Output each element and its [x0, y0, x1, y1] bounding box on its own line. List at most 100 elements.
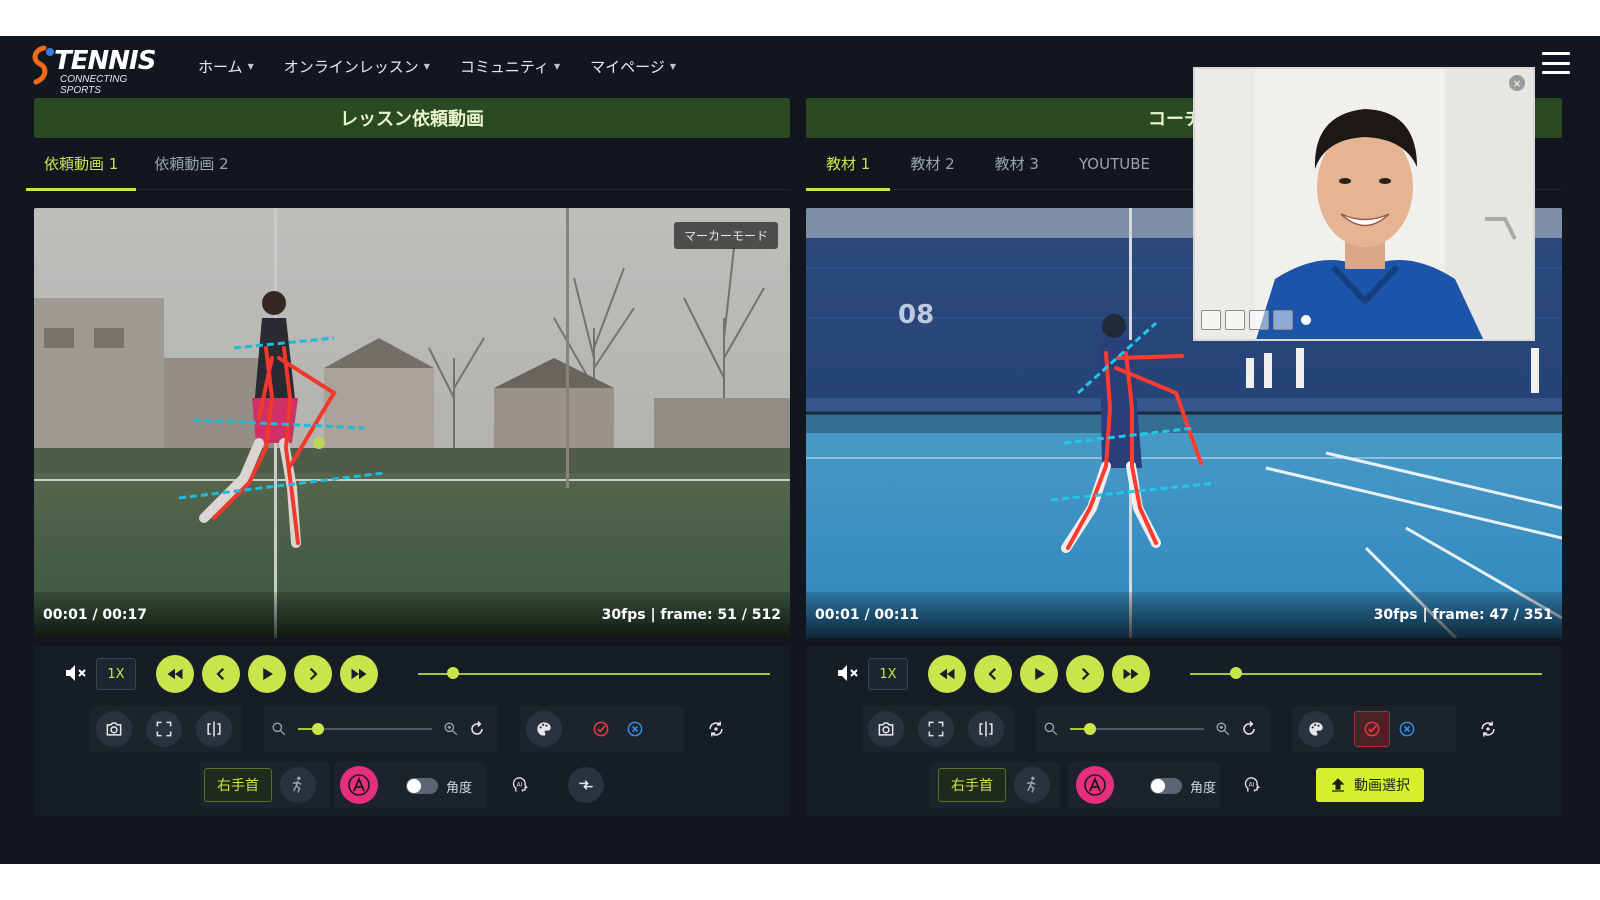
- split-view-icon[interactable]: [968, 711, 1004, 747]
- logo[interactable]: TENNIS CONNECTING SPORTS: [30, 42, 170, 96]
- play-icon: [1035, 668, 1045, 680]
- nav-item-online-lesson[interactable]: オンラインレッスン ▼: [284, 56, 430, 77]
- video-fps-frame: 30fps | frame: 51 / 512: [601, 607, 781, 623]
- angle-toggle[interactable]: [1150, 778, 1182, 794]
- grid-tool-icon[interactable]: [1273, 310, 1293, 330]
- angle-toggle[interactable]: [406, 778, 438, 794]
- pip-toolbar: [1201, 310, 1311, 330]
- sync-rotate-icon[interactable]: [1470, 711, 1506, 747]
- sync-rotate-icon[interactable]: [698, 711, 734, 747]
- palette-icon[interactable]: [1298, 711, 1334, 747]
- ai-pose-button[interactable]: [340, 766, 378, 804]
- material-video-controls: 1X 右手首 角度 AI 動画選択: [806, 646, 1562, 816]
- speed-button[interactable]: 1X: [96, 658, 136, 690]
- square-tool-icon[interactable]: [1201, 310, 1221, 330]
- red-check-icon[interactable]: [586, 711, 616, 747]
- palette-icon[interactable]: [526, 711, 562, 747]
- nav-menu: ホーム ▼ オンラインレッスン ▼ コミュニティ ▼ マイページ ▼: [198, 36, 676, 96]
- split-tool-icon[interactable]: [1225, 310, 1245, 330]
- camera-icon[interactable]: [868, 711, 904, 747]
- capture-tools-group: [90, 706, 242, 752]
- camera-icon[interactable]: [96, 711, 132, 747]
- chevron-down-icon: ▼: [423, 61, 430, 71]
- playback-slider-knob[interactable]: [447, 667, 460, 679]
- mute-icon[interactable]: [62, 660, 88, 686]
- next-frame-button[interactable]: [294, 655, 332, 693]
- chevron-down-icon: ▼: [554, 61, 561, 71]
- blue-cross-icon[interactable]: [1392, 711, 1422, 747]
- fast-forward-icon: [351, 668, 367, 680]
- fast-forward-button[interactable]: [340, 655, 378, 693]
- tab-material-1[interactable]: 教材 1: [806, 138, 891, 191]
- hamburger-menu-icon[interactable]: [1542, 52, 1570, 74]
- zoom-slider-knob[interactable]: [1084, 723, 1097, 735]
- reset-zoom-icon[interactable]: [1234, 711, 1264, 747]
- ai-head-icon[interactable]: AI: [502, 767, 538, 803]
- fullscreen-icon[interactable]: [146, 711, 182, 747]
- tab-request-video-1[interactable]: 依頼動画 1: [26, 138, 137, 191]
- ai-pose-button[interactable]: [1076, 766, 1114, 804]
- video-time: 00:01 / 00:17: [43, 607, 147, 623]
- nav-item-home[interactable]: ホーム ▼: [198, 56, 254, 77]
- right-wrist-button[interactable]: 右手首: [938, 768, 1006, 802]
- zoom-out-icon[interactable]: [1036, 711, 1066, 747]
- fast-rewind-button[interactable]: [156, 655, 194, 693]
- request-video-player[interactable]: マーカーモード 00:01 / 00:17 30fps | frame: 51 …: [34, 208, 790, 638]
- ai-head-icon[interactable]: AI: [1234, 767, 1270, 803]
- right-wrist-button[interactable]: 右手首: [204, 768, 272, 802]
- nav-item-label: コミュニティ: [459, 57, 549, 76]
- chevron-down-icon: ▼: [669, 61, 677, 71]
- panel-title: レッスン依頼動画: [34, 98, 790, 138]
- svg-text:AI: AI: [517, 783, 523, 789]
- skeleton-figure-icon[interactable]: [280, 767, 316, 803]
- svg-text:AI: AI: [1249, 783, 1255, 789]
- request-video-tabs: 依頼動画 1 依頼動画 2: [26, 138, 790, 191]
- next-frame-button[interactable]: [1066, 655, 1104, 693]
- zoom-out-icon[interactable]: [264, 711, 294, 747]
- playback-slider-knob[interactable]: [1229, 667, 1242, 679]
- red-check-icon[interactable]: [1354, 711, 1390, 747]
- video-fps-frame: 30fps | frame: 47 / 351: [1373, 607, 1553, 623]
- logo-subtext: CONNECTING SPORTS: [60, 74, 128, 96]
- fast-rewind-button[interactable]: [928, 655, 966, 693]
- split-view-icon[interactable]: [196, 711, 232, 747]
- swap-arrows-icon[interactable]: [568, 767, 604, 803]
- play-button[interactable]: [1020, 655, 1058, 693]
- chevron-left-icon: [216, 667, 225, 681]
- coach-webcam-pip[interactable]: ×: [1193, 67, 1535, 341]
- playback-slider[interactable]: [418, 673, 770, 675]
- request-video-controls: 1X 右手首 角度 AI: [34, 646, 790, 816]
- marker-mode-badge[interactable]: マーカーモード: [673, 222, 778, 249]
- circle-tool-icon[interactable]: [1249, 310, 1269, 330]
- playback-slider[interactable]: [1190, 673, 1542, 675]
- angle-label: 角度: [446, 781, 473, 796]
- nav-item-label: オンラインレッスン: [283, 57, 419, 76]
- previous-frame-button[interactable]: [202, 655, 240, 693]
- skeleton-figure-icon[interactable]: [1014, 767, 1050, 803]
- fast-forward-button[interactable]: [1112, 655, 1150, 693]
- select-video-button[interactable]: 動画選択: [1316, 768, 1424, 802]
- chevron-right-icon: [309, 667, 318, 681]
- capture-tools-group: [862, 706, 1014, 752]
- play-button[interactable]: [248, 655, 286, 693]
- close-icon[interactable]: ×: [1509, 75, 1525, 91]
- nav-item-label: マイページ: [590, 57, 665, 76]
- nav-item-community[interactable]: コミュニティ ▼: [460, 56, 560, 77]
- zoom-tools-group: [264, 706, 498, 752]
- blue-cross-icon[interactable]: [620, 711, 650, 747]
- previous-frame-button[interactable]: [974, 655, 1012, 693]
- app-frame: TENNIS CONNECTING SPORTS ホーム ▼ オンラインレッスン ▼…: [0, 36, 1600, 864]
- analysis-row: 右手首 角度 AI: [34, 762, 790, 808]
- tab-material-2[interactable]: 教材 2: [890, 138, 974, 190]
- tab-material-3[interactable]: 教材 3: [975, 138, 1059, 190]
- tab-youtube[interactable]: YOUTUBE: [1059, 138, 1170, 190]
- speed-button[interactable]: 1X: [868, 658, 908, 690]
- fullscreen-icon[interactable]: [918, 711, 954, 747]
- tools-row: [806, 706, 1562, 754]
- mute-icon[interactable]: [834, 660, 860, 686]
- reset-zoom-icon[interactable]: [462, 711, 492, 747]
- angle-label: 角度: [1190, 781, 1217, 796]
- tab-request-video-2[interactable]: 依頼動画 2: [136, 138, 246, 190]
- zoom-slider-knob[interactable]: [312, 723, 325, 735]
- nav-item-mypage[interactable]: マイページ ▼: [590, 56, 676, 77]
